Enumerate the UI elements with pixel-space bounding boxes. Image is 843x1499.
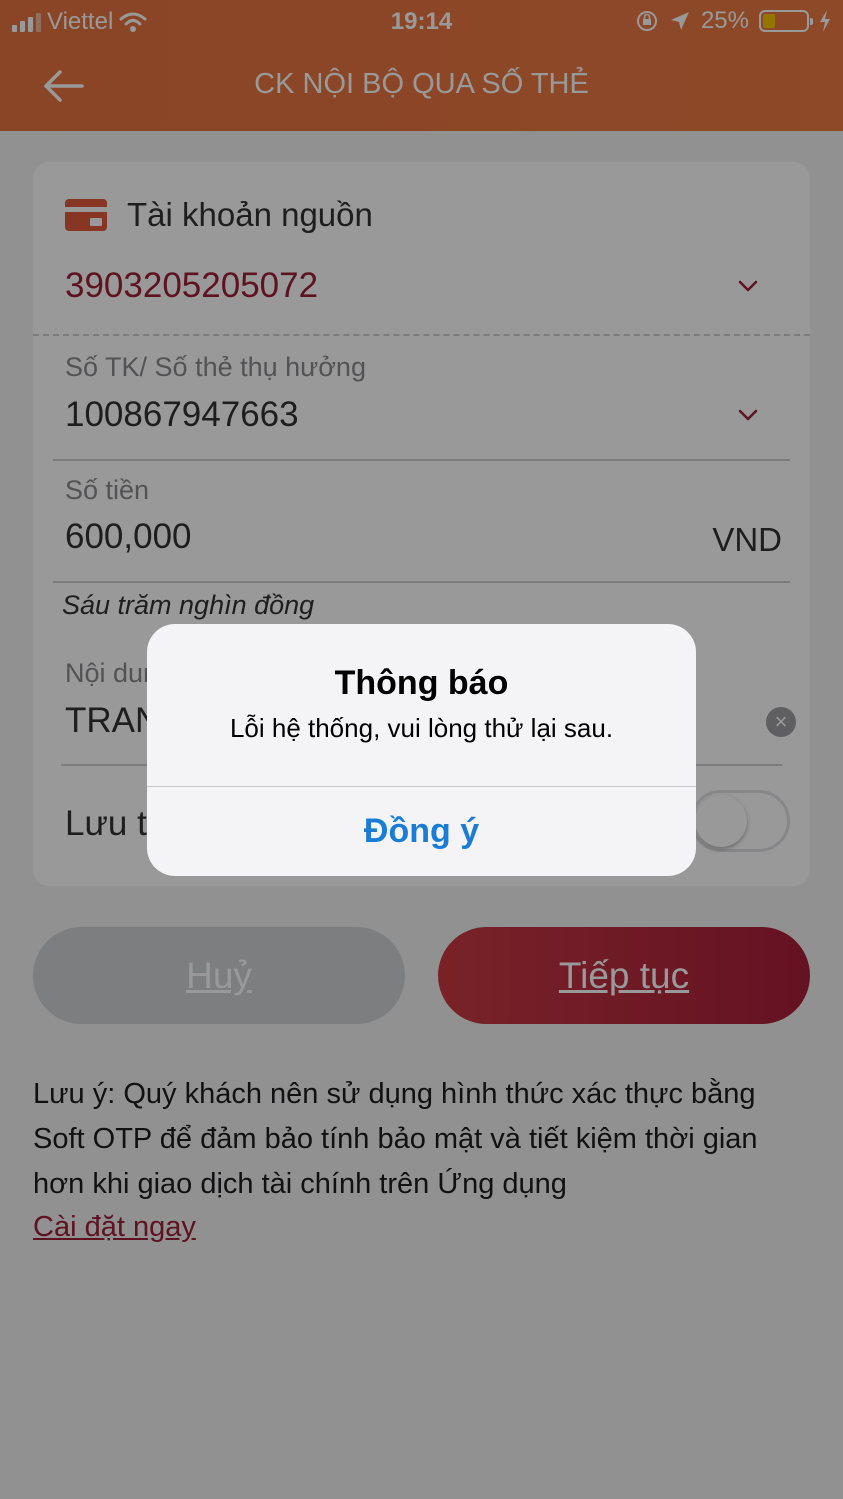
alert-ok-button[interactable]: Đồng ý <box>147 787 696 876</box>
error-alert-dialog: Thông báo Lỗi hệ thống, vui lòng thử lại… <box>147 624 696 876</box>
alert-message: Lỗi hệ thống, vui lòng thử lại sau. <box>229 713 614 743</box>
alert-title: Thông báo <box>334 664 509 702</box>
